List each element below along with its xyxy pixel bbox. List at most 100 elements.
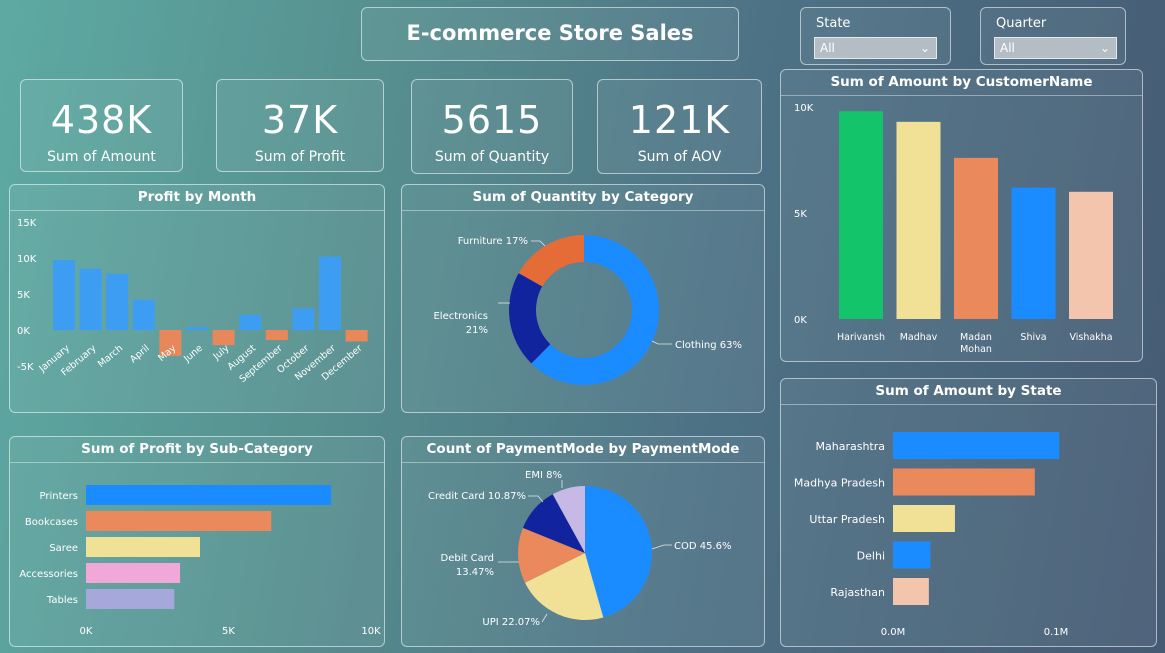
quarter-dropdown[interactable]: All ⌄ (994, 37, 1117, 59)
y-tick-label: Printers (40, 491, 78, 502)
bar (106, 273, 129, 330)
kpi-label: Sum of AOV (637, 149, 722, 165)
y-tick-label: 10K (17, 254, 37, 265)
bar (893, 505, 955, 532)
chart-title: Sum of Quantity by Category (402, 185, 764, 211)
x-tick-label: Madan (960, 332, 992, 343)
amount-by-state-chart: Maharashtra Madhya Pradesh Uttar Pradesh De… (794, 432, 1069, 638)
bar (86, 485, 332, 505)
state-slicer-label: State (816, 16, 851, 31)
leader-line (651, 340, 672, 345)
profit-by-month-chart: 15K10K5K0K-5K JanuaryFebruaryMarch April Ma… (17, 218, 368, 385)
state-dropdown[interactable]: All ⌄ (814, 37, 937, 59)
bar (86, 589, 175, 609)
slice-label: Debit Card (441, 553, 494, 564)
bar (893, 541, 931, 569)
quantity-by-category-panel: Sum of Quantity by Category Clothing 63%… (401, 184, 765, 413)
amount-by-customer-panel: Sum of Amount by CustomerName 10K 5K 0K Har… (780, 69, 1143, 362)
bar (265, 330, 288, 341)
bar (86, 537, 200, 557)
state-dropdown-value: All (820, 41, 835, 55)
bar (1069, 191, 1113, 319)
x-tick-label: 0K (80, 626, 93, 637)
x-tick-label: Harivansh (837, 332, 885, 343)
y-tick-label: Delhi (857, 550, 885, 563)
y-tick-label: Madhya Pradesh (794, 477, 885, 490)
bar (319, 256, 341, 330)
slice-label: Electronics (433, 311, 488, 322)
x-tick-label: Vishakha (1069, 332, 1112, 343)
slice-label: UPI 22.07% (482, 617, 540, 628)
kpi-value: 121K (628, 98, 731, 142)
slice-label: Credit Card 10.87% (428, 491, 526, 502)
leader-line (528, 495, 544, 503)
x-tick-label: March (96, 343, 125, 370)
bar (893, 432, 1060, 459)
leader-line (651, 544, 672, 550)
slice-label: 21% (466, 325, 488, 336)
quarter-dropdown-value: All (1000, 41, 1015, 55)
kpi-card-amount: 438K Sum of Amount (20, 79, 183, 172)
x-tick-label: June (181, 343, 205, 365)
slice-label: EMI 8% (525, 470, 562, 481)
slice-label: 13.47% (456, 567, 494, 578)
x-tick-label: 10K (361, 626, 381, 637)
y-tick-label: Tables (46, 595, 78, 606)
bar (239, 314, 262, 330)
chart-title: Sum of Amount by State (781, 379, 1156, 405)
kpi-value: 37K (261, 98, 339, 142)
bar (186, 327, 208, 330)
chart-title: Profit by Month (10, 185, 384, 211)
bar (345, 330, 368, 342)
bar (893, 578, 929, 605)
leader-line (541, 613, 548, 623)
bar (954, 157, 998, 319)
x-tick-label: 0.1M (1044, 627, 1069, 638)
chart-title: Count of PaymentMode by PaymentMode (402, 437, 764, 463)
bar (53, 260, 75, 330)
y-tick-label: Uttar Pradesh (809, 513, 885, 526)
kpi-card-profit: 37K Sum of Profit (216, 79, 384, 172)
kpi-value: 5615 (441, 98, 543, 142)
chevron-down-icon: ⌄ (1099, 41, 1110, 55)
slice-label: COD 45.6% (674, 541, 732, 552)
y-tick-label: -5K (17, 362, 34, 373)
y-tick-label: 0K (17, 326, 30, 337)
x-tick-label: 5K (222, 626, 235, 637)
y-tick-label: Bookcases (25, 517, 78, 528)
y-tick-label: 0K (794, 315, 807, 326)
bar (1011, 187, 1056, 319)
amount-by-state-panel: Sum of Amount by State Maharashtra Madhya… (780, 378, 1157, 647)
chart-title: Sum of Amount by CustomerName (781, 70, 1142, 96)
y-tick-label: 5K (794, 209, 807, 220)
bar (896, 121, 941, 319)
y-tick-label: Saree (49, 543, 78, 554)
amount-by-customer-chart: 10K 5K 0K Harivansh Madhav MadanMohan Shiva Vis… (794, 103, 1113, 355)
y-tick-label: Rajasthan (830, 586, 885, 599)
x-tick-label: April (128, 343, 152, 365)
x-tick-label: July (211, 343, 232, 363)
state-slicer: State All ⌄ (800, 7, 951, 65)
bar (893, 468, 1035, 496)
profit-by-month-panel: Profit by Month 15K 10K 5K 0K -5K January Febr… (9, 184, 385, 413)
quantity-by-category-chart: Clothing 63% Electronics 21% Furniture 17% (433, 235, 742, 385)
kpi-value: 438K (50, 98, 153, 142)
dashboard-title: E-commerce Store Sales (406, 21, 694, 45)
bar (839, 111, 883, 320)
slice-label: Clothing 63% (675, 340, 742, 351)
bar (79, 268, 102, 330)
chart-title: Sum of Profit by Sub-Category (10, 437, 384, 463)
y-tick-label: 5K (17, 290, 30, 301)
kpi-card-aov: 121K Sum of AOV (597, 79, 762, 174)
x-tick-label: Mohan (960, 344, 992, 355)
x-tick-label: Shiva (1020, 332, 1046, 343)
y-tick-label: 15K (17, 218, 37, 229)
bar (86, 563, 181, 583)
kpi-label: Sum of Amount (47, 149, 156, 165)
bar (132, 299, 155, 330)
dashboard-title-panel: E-commerce Store Sales (361, 7, 739, 61)
x-tick-label: Madhav (900, 332, 938, 343)
profit-by-subcategory-chart: Printers Bookcases Saree Accessories Tables 0… (19, 485, 381, 637)
y-tick-label: Maharashtra (816, 440, 886, 453)
chevron-down-icon: ⌄ (919, 41, 930, 55)
